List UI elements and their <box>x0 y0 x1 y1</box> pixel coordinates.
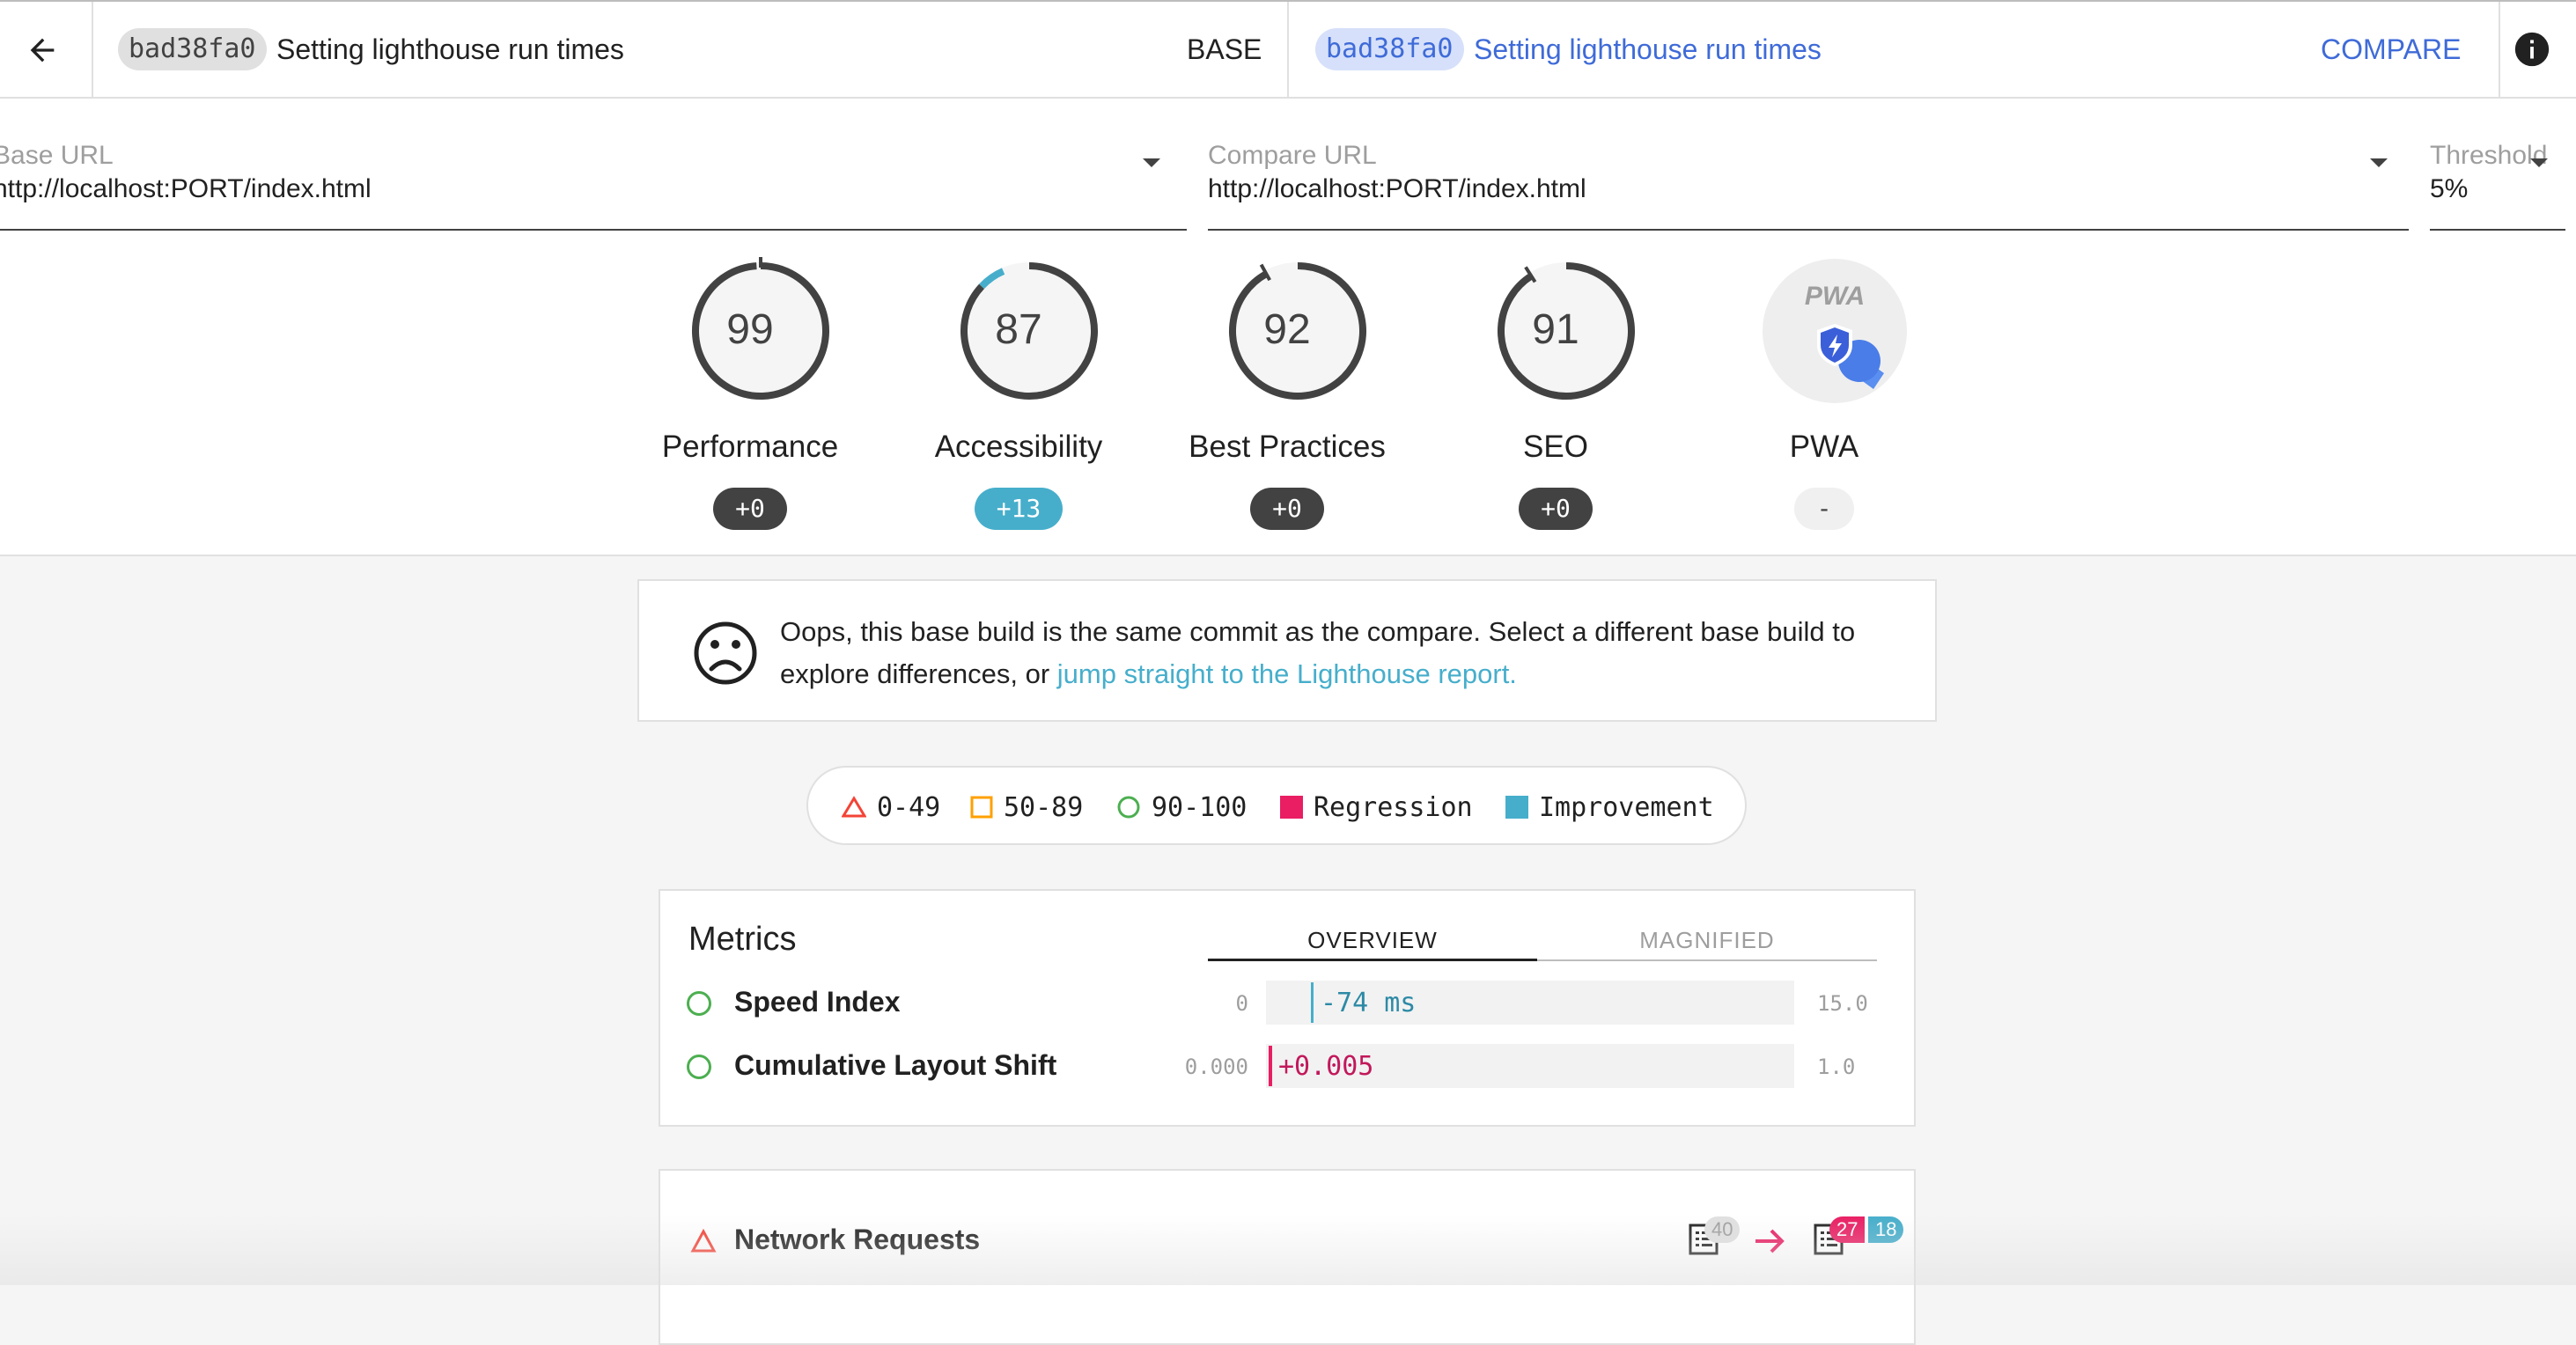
accessibility-delta: +13 <box>975 488 1063 530</box>
metric-delta: +0.005 <box>1278 1051 1374 1082</box>
gauge-accessibility[interactable]: 87 Accessibility +13 <box>913 257 1124 548</box>
arrow-left-icon <box>30 38 55 62</box>
metric-track: -74 ms <box>1266 981 1794 1025</box>
improvement-swatch <box>1505 796 1528 819</box>
pwa-badge-icon: PWA <box>1763 259 1907 403</box>
improvement-count-badge: 18 <box>1868 1216 1904 1243</box>
metric-track: +0.005 <box>1266 1044 1794 1088</box>
tab-magnified[interactable]: MAGNIFIED <box>1537 917 1877 963</box>
pwa-label: PWA <box>1789 430 1859 464</box>
seo-label: SEO <box>1523 430 1588 464</box>
base-commit-title: Setting lighthouse run times <box>276 33 624 65</box>
info-icon <box>2514 32 2550 67</box>
compare-url-label: Compare URL <box>1208 141 1377 170</box>
metric-min: 0 <box>1235 991 1248 1016</box>
best-practices-delta: +0 <box>1250 488 1324 530</box>
performance-delta: +0 <box>713 488 787 530</box>
same-commit-notice: Oops, this base build is the same commit… <box>637 579 1937 722</box>
gauge-performance[interactable]: 99 Performance +0 <box>644 257 856 548</box>
pwa-badge-text: PWA <box>1805 282 1865 311</box>
chevron-down-icon <box>2370 158 2388 167</box>
info-button[interactable] <box>2512 29 2552 70</box>
metric-max: 1.0 <box>1817 1055 1856 1079</box>
tab-overview[interactable]: OVERVIEW <box>1208 917 1537 963</box>
metric-min: 0.000 <box>1184 1055 1248 1079</box>
metric-row-speed-index[interactable]: Speed Index 0 -74 ms 15.0 <box>660 979 1917 1028</box>
chevron-down-icon <box>1143 158 1160 167</box>
regression-count-badge: 27 <box>1829 1216 1866 1243</box>
legend-item-average: 50-89 <box>970 791 1084 823</box>
seo-score: 91 <box>1532 306 1579 353</box>
base-url-value: http://localhost:PORT/index.html <box>0 174 372 203</box>
base-url-label: Base URL <box>0 141 114 170</box>
legend-item-fail: 0-49 <box>842 791 941 823</box>
compare-header: bad38fa0 Setting lighthouse run times BA… <box>0 0 2576 99</box>
legend-label: 90-100 <box>1152 791 1248 823</box>
compare-commit-hash: bad38fa0 <box>1315 28 1464 70</box>
metric-name: Speed Index <box>734 986 901 1018</box>
legend-item-regression: Regression <box>1280 791 1473 823</box>
circle-icon <box>687 1055 711 1079</box>
circle-icon <box>1117 796 1140 819</box>
regression-swatch <box>1280 796 1303 819</box>
metric-name: Cumulative Layout Shift <box>734 1049 1057 1081</box>
base-commit-hash: bad38fa0 <box>118 28 267 70</box>
performance-label: Performance <box>661 430 839 464</box>
arrow-right-icon <box>1755 1229 1785 1253</box>
legend-label: 0-49 <box>877 791 941 823</box>
base-count-badge: 40 <box>1704 1216 1741 1243</box>
back-button[interactable] <box>18 28 67 72</box>
compare-label: COMPARE <box>2321 33 2462 65</box>
metric-delta: -74 ms <box>1321 988 1417 1018</box>
circle-icon <box>687 991 711 1016</box>
performance-score: 99 <box>726 306 774 353</box>
tab-active-indicator <box>1208 959 1537 961</box>
gauge-best-practices[interactable]: 92 Best Practices +0 <box>1181 257 1393 548</box>
sad-face-icon <box>694 621 757 685</box>
seo-delta: +0 <box>1519 488 1593 530</box>
compare-build-selector[interactable]: bad38fa0 Setting lighthouse run times CO… <box>1289 2 2499 99</box>
chevron-down-icon <box>2530 158 2548 167</box>
best-practices-label: Best Practices <box>1189 430 1386 464</box>
regression-marker <box>1269 1046 1272 1086</box>
compare-url-select[interactable]: Compare URL http://localhost:PORT/index.… <box>1208 141 2409 231</box>
network-requests-label: Network Requests <box>734 1224 981 1255</box>
threshold-select[interactable]: Threshold 5% <box>2430 141 2565 231</box>
metric-max: 15.0 <box>1817 991 1868 1016</box>
lighthouse-report-link[interactable]: jump straight to the Lighthouse report. <box>1057 658 1517 689</box>
summary-divider <box>0 555 2576 556</box>
legend-label: 50-89 <box>1004 791 1084 823</box>
legend-item-improvement: Improvement <box>1505 791 1714 823</box>
report-summary: Base URL http://localhost:PORT/index.htm… <box>0 99 2576 556</box>
network-requests-card[interactable]: Network Requests 40 27 18 <box>659 1169 1916 1345</box>
legend-item-pass: 90-100 <box>1116 791 1248 823</box>
accessibility-label: Accessibility <box>934 430 1103 464</box>
compare-url-value: http://localhost:PORT/index.html <box>1208 174 1586 203</box>
legend-label: Improvement <box>1539 791 1714 823</box>
gauge-pwa[interactable]: PWA PWA - <box>1719 257 1930 548</box>
compare-commit-title: Setting lighthouse run times <box>1474 33 1822 65</box>
base-label: BASE <box>1187 33 1262 65</box>
square-icon <box>970 796 993 819</box>
gauge-seo[interactable]: 91 SEO +0 <box>1450 257 1661 548</box>
legend-label: Regression <box>1314 791 1473 823</box>
score-legend: 0-49 50-89 90-100 Regression Improvement <box>806 766 1747 845</box>
threshold-value: 5% <box>2430 174 2469 203</box>
best-practices-score: 92 <box>1263 306 1311 353</box>
accessibility-score: 87 <box>995 306 1042 353</box>
base-build-selector[interactable]: bad38fa0 Setting lighthouse run times BA… <box>93 2 1287 99</box>
base-url-select[interactable]: Base URL http://localhost:PORT/index.htm… <box>0 141 1187 231</box>
pwa-delta: - <box>1794 488 1854 530</box>
notice-text: Oops, this base build is the same commit… <box>780 611 1925 695</box>
triangle-icon <box>842 796 866 818</box>
triangle-icon <box>690 1229 717 1253</box>
metric-row-cls[interactable]: Cumulative Layout Shift 0.000 +0.005 1.0 <box>660 1042 1917 1091</box>
metrics-title: Metrics <box>688 921 797 958</box>
metrics-card: Metrics OVERVIEW MAGNIFIED Speed Index 0… <box>659 889 1916 1127</box>
improvement-marker <box>1311 982 1314 1023</box>
header-divider <box>2499 2 2500 99</box>
